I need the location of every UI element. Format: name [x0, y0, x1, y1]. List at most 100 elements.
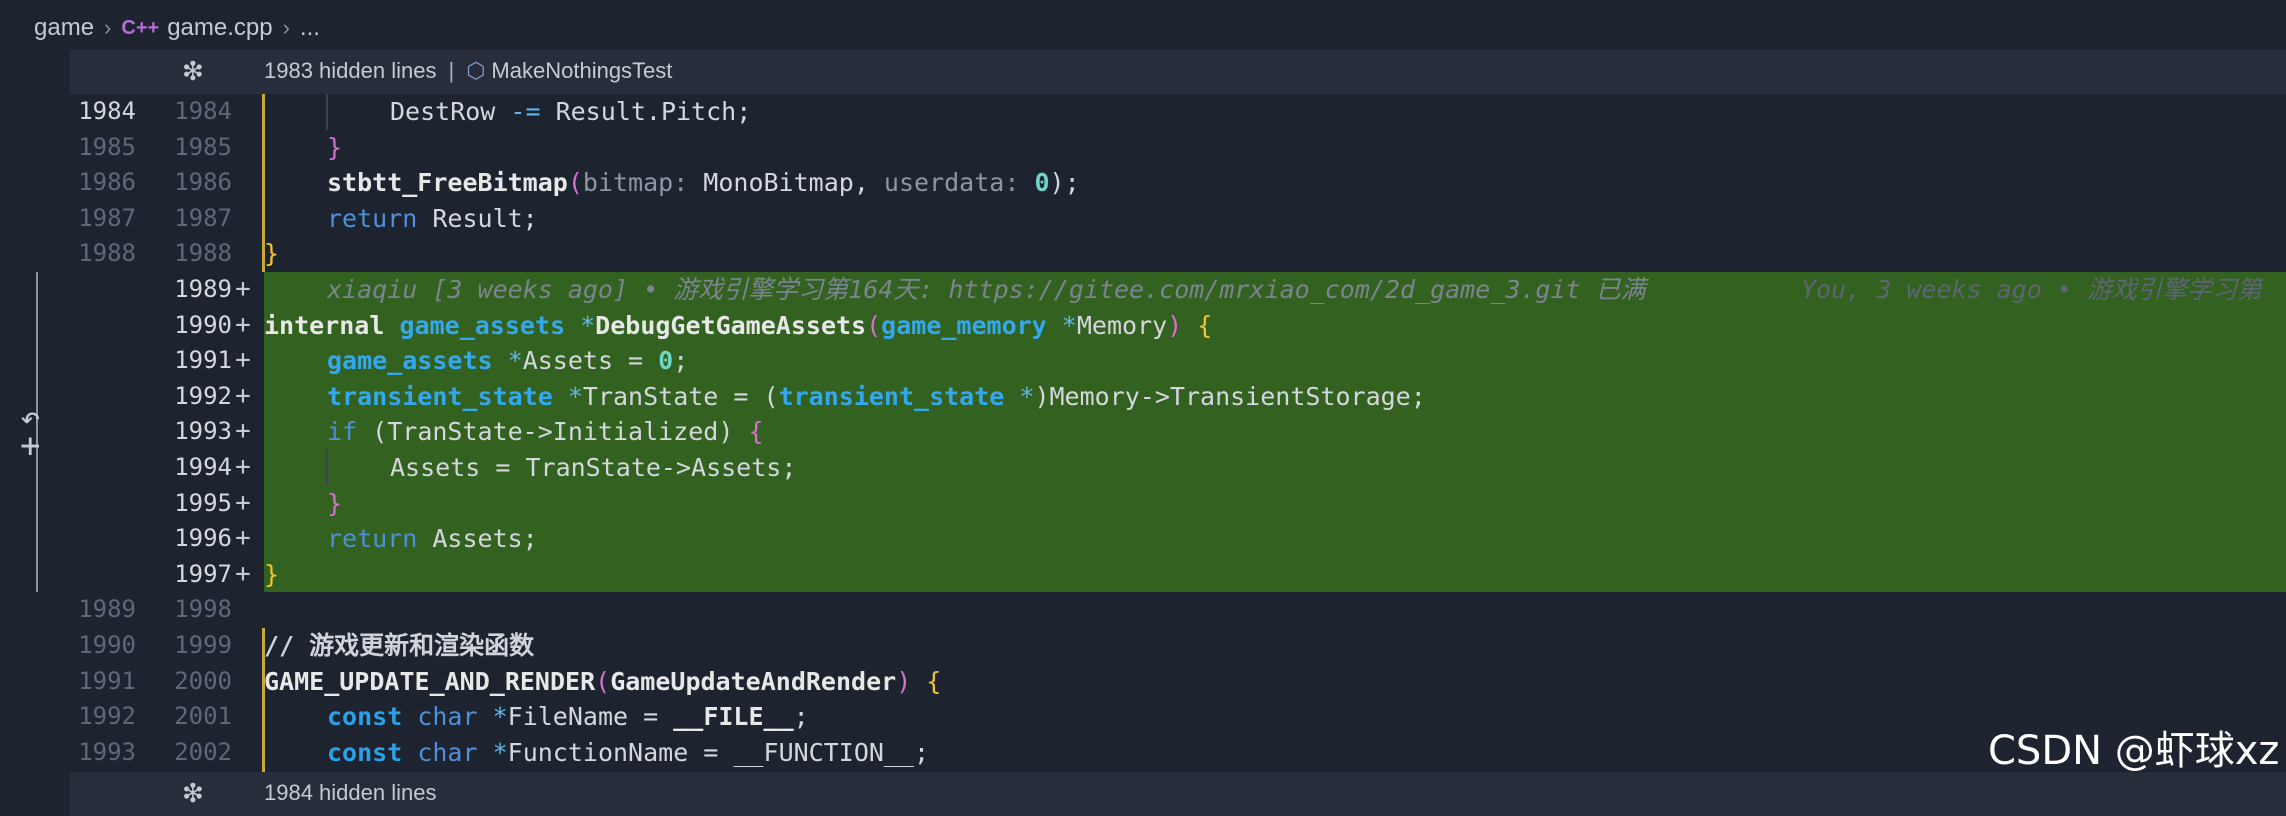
code-token: DebugGetGameAssets	[595, 310, 867, 340]
added-line-marker: +	[235, 452, 251, 482]
code-line[interactable]: transient_state *TranState = (transient_…	[327, 379, 1426, 415]
code-token: game_assets	[327, 346, 493, 376]
blame-annotation: xiaqiu [3 weeks ago] • 游戏引擎学习第164天: http…	[327, 272, 1646, 308]
code-line[interactable]: game_assets *Assets = 0;	[327, 343, 688, 379]
new-line-number: 1990	[174, 310, 232, 339]
code-token: 0	[658, 346, 674, 376]
code-token: }	[264, 559, 280, 589]
code-token: if	[327, 417, 358, 447]
code-token: TranState = (	[582, 381, 779, 411]
breadcrumb-more[interactable]: ...	[300, 14, 320, 42]
new-line-number: 1996	[174, 524, 232, 553]
code-token: transient_state	[327, 381, 553, 411]
code-line[interactable]: // 游戏更新和渲染函数	[264, 628, 534, 664]
code-token: 0	[1034, 168, 1050, 198]
code-token: const	[327, 702, 403, 732]
new-line-number: 1984	[174, 97, 232, 125]
code-line[interactable]: GAME_UPDATE_AND_RENDER(GameUpdateAndRend…	[264, 664, 941, 700]
new-line-number: 1993	[174, 417, 232, 446]
hidden-lines-count[interactable]: 1983 hidden lines	[264, 58, 436, 83]
param-hint: userdata:	[883, 168, 1020, 198]
new-line-number: 1986	[174, 168, 232, 197]
old-line-number: 1985	[78, 132, 136, 161]
chevron-right-icon: ›	[282, 15, 290, 40]
old-line-number: 1991	[78, 666, 136, 695]
added-line-marker: +	[235, 523, 251, 554]
new-line-number: 1997	[174, 559, 232, 588]
code-line[interactable]: internal game_assets *DebugGetGameAssets…	[264, 308, 1212, 344]
unfold-icon[interactable]: ❇	[182, 778, 204, 809]
old-line-number: 1989	[78, 595, 136, 624]
hidden-symbol-name[interactable]: MakeNothingsTest	[491, 58, 672, 83]
code-line[interactable]: DestRow -= Result.Pitch;	[390, 94, 751, 130]
code-token: Memory	[1076, 310, 1168, 340]
code-line[interactable]: }	[327, 486, 342, 522]
added-line-marker: +	[235, 416, 251, 447]
breadcrumb-file[interactable]: game.cpp	[167, 14, 272, 42]
hidden-lines-count[interactable]: 1984 hidden lines	[264, 780, 436, 806]
code-line[interactable]: if (TranState->Initialized) {	[327, 414, 764, 450]
new-line-number: 1992	[174, 381, 232, 410]
code-token: return	[327, 524, 418, 554]
cube-icon: ⬡	[466, 58, 486, 83]
unfold-icon[interactable]: ❇	[182, 56, 204, 87]
code-token: *	[492, 346, 523, 376]
code-token: (	[595, 666, 611, 696]
code-token: *	[1004, 381, 1035, 411]
code-line[interactable]: }	[327, 130, 342, 166]
code-token: }	[327, 488, 343, 518]
new-line-number: 1991	[174, 346, 232, 375]
code-token: char	[402, 702, 478, 732]
code-token: *	[552, 381, 583, 411]
code-token: )	[896, 666, 927, 696]
code-token: }	[327, 132, 343, 162]
code-line[interactable]: return Result;	[327, 201, 538, 237]
breadcrumb-folder[interactable]: game	[34, 14, 94, 42]
code-line[interactable]: const char *FileName = __FILE__;	[327, 699, 809, 735]
code-token: -=	[510, 97, 541, 126]
code-token: {	[748, 417, 764, 447]
code-line[interactable]: stbtt_FreeBitmap(bitmap: MonoBitmap, use…	[327, 165, 1080, 201]
blame-annotation-right: You, 3 weeks ago • 游戏引擎学习第	[1801, 272, 2262, 308]
hidden-lines-bar-top[interactable]: ❇ 1983 hidden lines | ⬡ MakeNothingsTest	[70, 50, 2286, 94]
code-line[interactable]: }	[264, 557, 279, 593]
code-token: (	[567, 168, 583, 198]
old-line-number: 1988	[78, 239, 136, 268]
code-token: (TranState->Initialized)	[357, 417, 749, 447]
code-token: GAME_UPDATE_AND_RENDER	[264, 666, 596, 696]
chevron-right-icon: ›	[104, 15, 112, 40]
code-token: Result.Pitch;	[540, 97, 752, 126]
code-token: }	[264, 239, 280, 269]
old-line-number: 1993	[78, 737, 136, 766]
param-hint: bitmap:	[582, 168, 689, 198]
code-token: )Memory->TransientStorage;	[1034, 381, 1426, 411]
breadcrumb: game › C++ game.cpp › ...	[0, 0, 2286, 56]
new-line-number: 1989	[174, 275, 232, 303]
code-token: transient_state	[778, 381, 1005, 411]
code-token: const	[327, 737, 403, 767]
hidden-lines-bar-bottom[interactable]: ❇ 1984 hidden lines	[70, 772, 2286, 816]
added-line-marker: +	[235, 558, 251, 589]
code-token: __FILE__	[673, 702, 794, 732]
code-line[interactable]: Assets = TranState->Assets;	[390, 450, 796, 486]
code-token: );	[1049, 168, 1080, 198]
old-line-number: 1990	[78, 631, 136, 659]
blame-text: You, 3 weeks ago • 游戏引擎学习第	[1801, 275, 2262, 304]
code-token: game_assets	[399, 310, 566, 340]
code-token: *	[1046, 310, 1077, 340]
new-line-number: 1995	[174, 488, 232, 517]
added-line-marker: +	[235, 274, 251, 304]
code-token: *	[565, 310, 596, 340]
code-token: (	[866, 310, 882, 340]
code-token: ;	[793, 702, 809, 732]
plus-icon[interactable]: +	[20, 426, 40, 466]
code-line[interactable]: return Assets;	[327, 521, 538, 557]
code-line[interactable]: }	[264, 236, 279, 272]
code-token: GameUpdateAndRender	[610, 666, 897, 696]
code-token: {	[1197, 310, 1213, 340]
code-line[interactable]: const char *FunctionName = __FUNCTION__;	[327, 735, 929, 771]
old-line-number: 1992	[78, 702, 136, 731]
old-line-number: 1984	[78, 97, 136, 125]
new-line-number: 1985	[174, 132, 232, 161]
code-token: internal	[264, 310, 385, 340]
